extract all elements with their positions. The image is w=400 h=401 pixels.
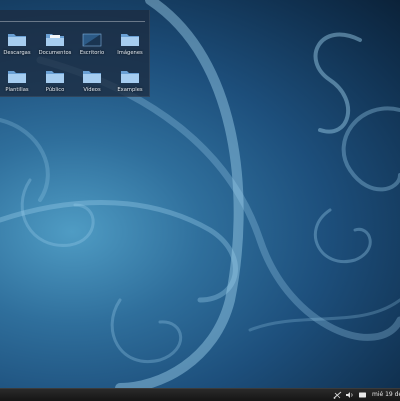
folder-examples[interactable]: Examples (113, 68, 147, 93)
folder-icon (46, 34, 64, 46)
folder-label: Plantillas (5, 87, 29, 93)
folder-plantillas[interactable]: Plantillas (0, 68, 34, 93)
folder-label: Documentos (38, 50, 72, 56)
folder-icon (121, 34, 139, 46)
folder-imagenes[interactable]: Imágenes (113, 31, 147, 56)
folder-label: Público (45, 87, 65, 93)
wallpaper-swirl (341, 106, 400, 192)
panel-divider (0, 21, 145, 22)
folder-icon (83, 71, 101, 83)
clock[interactable]: mié 19 de s (372, 390, 400, 400)
wallpaper-swirl (0, 118, 50, 202)
desktop-folder-icon (82, 33, 102, 47)
folder-label: Imágenes (117, 50, 143, 56)
desktop-folder-panel: Descargas Documentos Escritorio Imágenes… (0, 10, 150, 97)
folder-icon (8, 34, 26, 46)
wallpaper-swirl (0, 200, 238, 303)
volume-icon[interactable] (345, 391, 354, 399)
wallpaper-swirl (110, 298, 183, 363)
taskbar: mié 19 de s (0, 388, 400, 401)
wallpaper-swirl (313, 208, 372, 264)
folder-label: Vídeos (83, 87, 101, 93)
folder-publico[interactable]: Público (38, 68, 72, 93)
folder-label: Descargas (3, 50, 31, 56)
folder-label: Examples (117, 87, 143, 93)
folder-videos[interactable]: Vídeos (75, 68, 109, 93)
folder-label: Escritorio (79, 50, 105, 56)
folder-documentos[interactable]: Documentos (38, 31, 72, 56)
folder-icon (8, 71, 26, 83)
wallpaper-swirl (313, 32, 362, 134)
folder-icon (121, 71, 139, 83)
folder-escritorio[interactable]: Escritorio (75, 31, 109, 56)
folder-icon (46, 71, 64, 83)
folder-descargas[interactable]: Descargas (0, 31, 34, 56)
chat-icon[interactable] (358, 391, 367, 399)
network-icon[interactable] (333, 391, 342, 399)
